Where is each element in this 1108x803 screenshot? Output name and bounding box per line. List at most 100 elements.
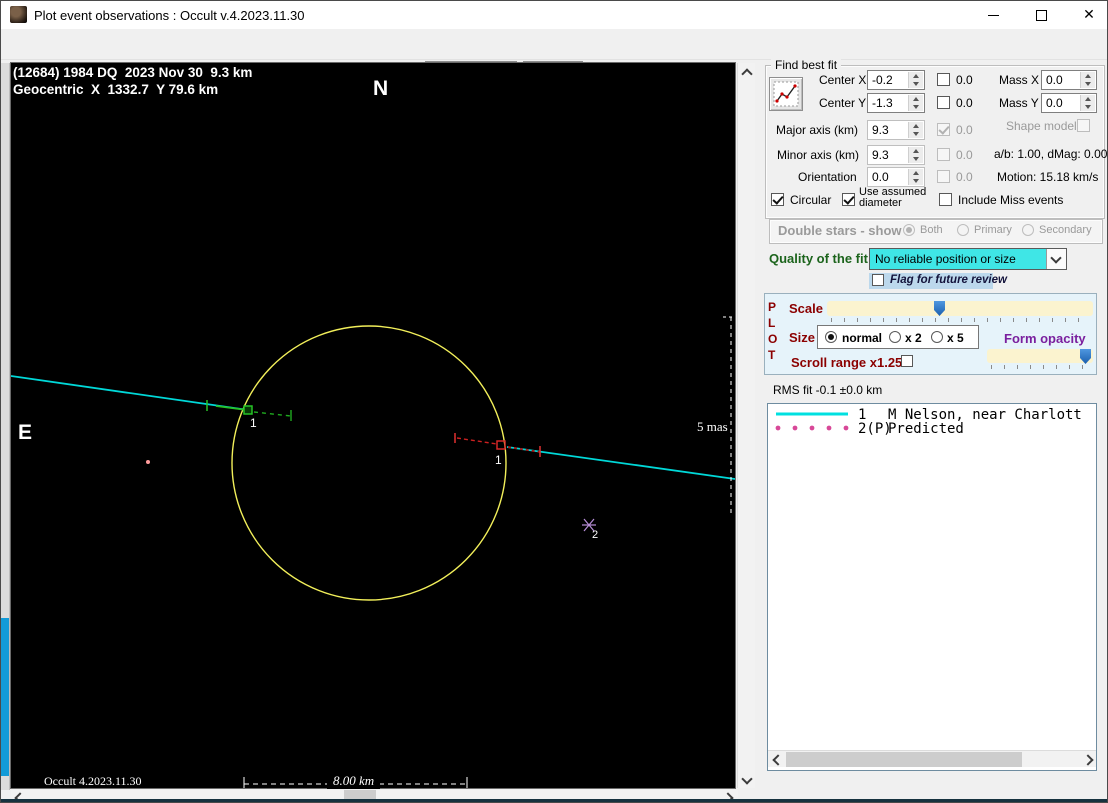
center-x-err-checkbox[interactable] <box>937 73 950 86</box>
minimize-button[interactable] <box>976 1 1010 29</box>
double-stars-both-radio <box>903 224 915 236</box>
scroll-left-icon[interactable] <box>772 754 784 766</box>
spin-up-icon <box>908 122 923 130</box>
mass-x-spinner[interactable]: 0.0 <box>1041 70 1097 90</box>
plot-vertical-label: P L O T <box>768 300 778 362</box>
use-assumed-diameter-checkbox[interactable] <box>842 193 855 206</box>
scroll-up-icon[interactable] <box>741 68 753 80</box>
flag-review-checkbox[interactable] <box>872 274 884 286</box>
spin-down-icon[interactable] <box>908 80 923 88</box>
window-title: Plot event observations : Occult v.4.202… <box>34 8 305 23</box>
east-label: E <box>18 421 33 444</box>
mass-y-value[interactable]: 0.0 <box>1046 96 1063 110</box>
form-opacity-slider-ticks <box>991 365 1091 369</box>
size-x2-radio[interactable] <box>889 331 901 343</box>
chord-post-segment <box>506 446 735 480</box>
window-bottom-border <box>1 799 1107 802</box>
spin-up-icon[interactable] <box>908 72 923 80</box>
scale-slider-thumb[interactable] <box>934 301 945 316</box>
quality-combobox[interactable]: No reliable position or size <box>869 248 1067 270</box>
plot-canvas[interactable] <box>11 63 735 788</box>
circular-checkbox[interactable] <box>771 193 784 206</box>
size-x5-label: x 5 <box>947 331 964 345</box>
spin-down-icon[interactable] <box>1080 80 1095 88</box>
center-x-label: Center X <box>819 73 867 87</box>
size-x2-label: x 2 <box>905 331 922 345</box>
include-miss-events-label: Include Miss events <box>958 193 1064 207</box>
center-y-err-checkbox[interactable] <box>937 96 950 109</box>
orientation-label: Orientation <box>798 170 857 184</box>
disappearance-uncertainty-segment <box>215 405 248 411</box>
close-button[interactable]: ✕ <box>1072 1 1106 29</box>
scroll-range-checkbox[interactable] <box>901 355 913 367</box>
double-stars-secondary-radio <box>1022 224 1034 236</box>
major-axis-spinner[interactable]: 9.3 <box>867 120 925 140</box>
km-scale-label: 8.00 km <box>327 773 381 789</box>
double-stars-label: Double stars - show <box>778 223 902 238</box>
scroll-right-icon[interactable] <box>1082 754 1094 766</box>
major-axis-value: 9.3 <box>872 123 889 137</box>
title-bar: Plot event observations : Occult v.4.202… <box>1 1 1107 29</box>
center-y-value[interactable]: -1.3 <box>872 96 893 110</box>
disappearance-dashed-line <box>253 411 292 417</box>
minor-axis-err-checkbox <box>937 148 950 161</box>
orientation-spinner[interactable]: 0.0 <box>867 167 925 187</box>
double-stars-primary-radio <box>957 224 969 236</box>
double-stars-primary-label: Primary <box>974 224 1012 236</box>
legend-hscroll-thumb[interactable] <box>786 752 1022 767</box>
maximize-button[interactable] <box>1024 1 1058 29</box>
center-y-spinner[interactable]: -1.3 <box>867 93 925 113</box>
chord-pre-segment <box>11 375 249 411</box>
find-best-fit-button[interactable] <box>769 77 803 111</box>
include-miss-events-checkbox[interactable] <box>939 193 952 206</box>
chord1-end-label: 1 <box>495 453 502 467</box>
size-normal-radio[interactable] <box>825 331 837 343</box>
scale-slider[interactable] <box>827 301 1093 316</box>
legend-horizontal-scrollbar[interactable] <box>768 750 1096 767</box>
mass-x-value[interactable]: 0.0 <box>1046 73 1063 87</box>
close-icon: ✕ <box>1083 7 1095 23</box>
spin-up-icon[interactable] <box>1080 72 1095 80</box>
quality-label: Quality of the fit <box>769 251 868 266</box>
minor-axis-err-value: 0.0 <box>956 148 973 162</box>
spin-up-icon <box>908 147 923 155</box>
orientation-err-checkbox <box>937 170 950 183</box>
spin-down-icon[interactable] <box>908 103 923 111</box>
form-opacity-slider[interactable] <box>987 349 1093 364</box>
spin-down-icon[interactable] <box>1080 103 1095 111</box>
stray-point <box>146 460 150 464</box>
mass-y-spinner[interactable]: 0.0 <box>1041 93 1097 113</box>
use-assumed-diameter-label: Use assumed diameter <box>859 186 927 209</box>
chart-icon <box>773 81 799 107</box>
form-opacity-label: Form opacity <box>1004 331 1086 346</box>
spin-up-icon[interactable] <box>1080 95 1095 103</box>
spin-down-icon <box>908 155 923 163</box>
plot-header-line1: (12684) 1984 DQ 2023 Nov 30 9.3 km <box>13 65 253 80</box>
north-label: N <box>373 77 389 100</box>
motion-label: Motion: 15.18 km/s <box>997 170 1099 184</box>
disappearance-marker <box>243 405 253 415</box>
scroll-range-label: Scroll range x1.25 <box>791 355 903 370</box>
left-scroll-thumb[interactable] <box>1 618 9 776</box>
size-x5-radio[interactable] <box>931 331 943 343</box>
center-x-spinner[interactable]: -0.2 <box>867 70 925 90</box>
plot-vertical-scrollbar[interactable] <box>737 63 755 788</box>
left-scroll-track[interactable] <box>1 63 10 790</box>
center-x-value[interactable]: -0.2 <box>872 73 893 87</box>
plot-area[interactable]: (12684) 1984 DQ 2023 Nov 30 9.3 km Geoce… <box>10 62 736 789</box>
shape-model-checkbox <box>1077 119 1090 132</box>
chord1-label: 1 <box>250 416 257 430</box>
size-label: Size <box>789 330 816 345</box>
circular-label: Circular <box>790 193 832 207</box>
spin-down-icon <box>908 130 923 138</box>
scroll-down-icon[interactable] <box>741 773 753 785</box>
combo-arrow-button[interactable] <box>1046 249 1066 269</box>
center-y-label: Center Y <box>819 96 867 110</box>
spin-up-icon <box>908 169 923 177</box>
spin-up-icon[interactable] <box>908 95 923 103</box>
form-opacity-slider-thumb[interactable] <box>1080 349 1091 364</box>
center-x-err-value: 0.0 <box>956 73 973 87</box>
asteroid-limb-circle <box>231 325 507 601</box>
spin-down-icon <box>908 177 923 185</box>
minor-axis-spinner[interactable]: 9.3 <box>867 145 925 165</box>
